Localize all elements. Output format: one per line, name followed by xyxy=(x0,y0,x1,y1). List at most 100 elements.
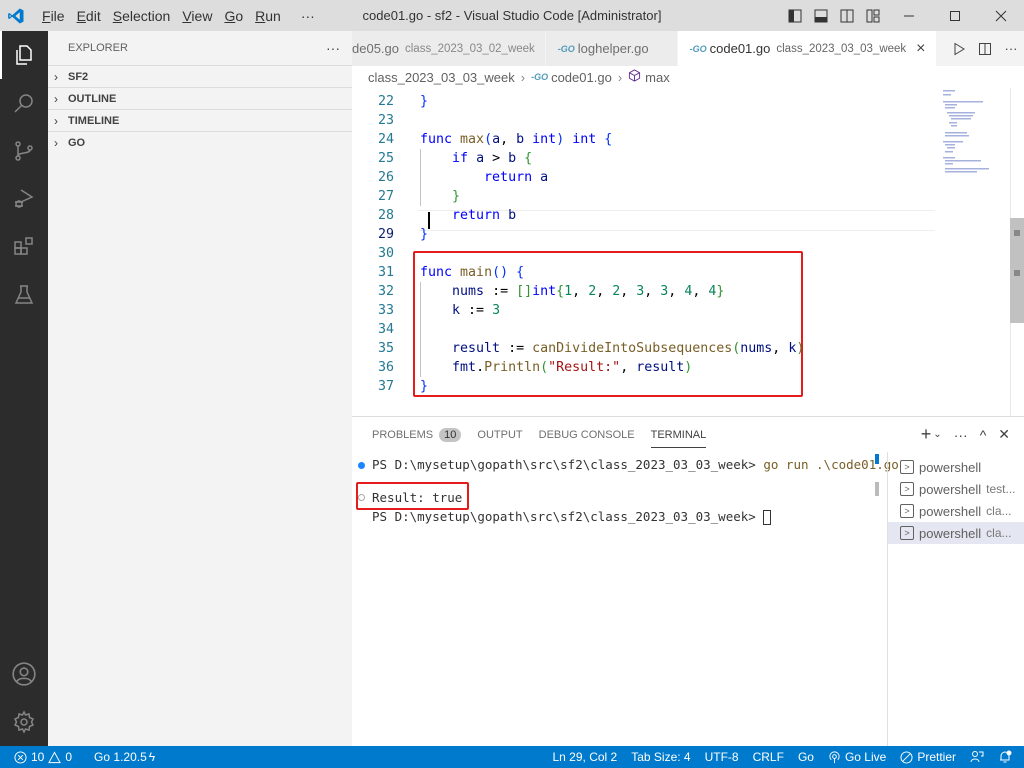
tab-description: class_2023_03_02_week xyxy=(405,42,535,55)
breadcrumb-file[interactable]: code01.go xyxy=(551,70,612,85)
settings-gear-icon[interactable] xyxy=(0,698,48,746)
maximize-panel-icon[interactable]: ^ xyxy=(974,427,993,443)
section-go[interactable]: › GO xyxy=(48,131,352,153)
more-actions-icon[interactable]: ··· xyxy=(998,31,1024,66)
run-file-icon[interactable] xyxy=(946,31,972,66)
terminal-list: > powershell > powershell test... > powershell… xyxy=(887,452,1024,746)
new-terminal-plus-icon[interactable]: + xyxy=(915,424,934,445)
breadcrumb-symbol[interactable]: max xyxy=(645,70,670,85)
section-outline[interactable]: › OUTLINE xyxy=(48,87,352,109)
terminal-prompt: PS D:\mysetup\gopath\src\sf2\class_2023_… xyxy=(372,457,764,472)
line-content: return b xyxy=(452,208,517,223)
terminal-name: powershell xyxy=(919,459,982,475)
split-editor-icon[interactable] xyxy=(972,31,998,66)
line-number: 28 xyxy=(377,208,394,223)
tab-debug-console[interactable]: DEBUG CONSOLE xyxy=(531,417,643,452)
notifications-bell-icon[interactable] xyxy=(991,750,1024,764)
explorer-icon[interactable] xyxy=(0,31,48,79)
terminal-instance[interactable]: > powershell cla... xyxy=(888,500,1024,522)
line-number: 25 xyxy=(377,151,394,166)
run-debug-icon[interactable] xyxy=(0,175,48,223)
toggle-panel-icon[interactable] xyxy=(808,0,834,31)
problems-status[interactable]: 10 0 xyxy=(0,750,79,764)
extensions-icon[interactable] xyxy=(0,223,48,271)
go-version-status[interactable]: Go 1.20.5 ϟ xyxy=(87,750,162,764)
search-icon[interactable] xyxy=(0,79,48,127)
menu-go[interactable]: Go xyxy=(218,8,249,24)
chevron-right-icon: › xyxy=(617,69,623,85)
terminal-icon: > xyxy=(900,504,914,518)
cursor-position[interactable]: Ln 29, Col 2 xyxy=(546,750,625,764)
minimize-button[interactable] xyxy=(886,0,932,31)
go-file-icon: -GO xyxy=(689,43,707,54)
go-file-icon: -GO xyxy=(531,72,549,82)
prohibited-icon xyxy=(900,750,913,764)
breadcrumb-folder[interactable]: class_2023_03_03_week xyxy=(368,70,515,85)
scrollbar-thumb[interactable] xyxy=(1010,218,1024,323)
terminal-prompt: PS D:\mysetup\gopath\src\sf2\class_2023_… xyxy=(372,509,764,524)
line-number: 34 xyxy=(377,322,394,337)
encoding[interactable]: UTF-8 xyxy=(698,750,746,764)
customize-layout-icon[interactable] xyxy=(860,0,886,31)
menu-view[interactable]: View xyxy=(176,8,218,24)
end-of-line[interactable]: CRLF xyxy=(746,750,791,764)
code-line: 23 xyxy=(352,111,934,130)
menu-run[interactable]: Run xyxy=(249,8,287,24)
accounts-icon[interactable] xyxy=(0,650,48,698)
maximize-button[interactable] xyxy=(932,0,978,31)
source-control-icon[interactable] xyxy=(0,127,48,175)
section-label: OUTLINE xyxy=(68,92,117,105)
terminal-description: cla... xyxy=(986,504,1012,518)
line-number: 36 xyxy=(377,360,394,375)
terminal-scrollbar[interactable] xyxy=(875,482,879,496)
terminal-instance[interactable]: > powershell xyxy=(888,456,1024,478)
line-content: } xyxy=(420,227,429,242)
toggle-primary-sidebar-icon[interactable] xyxy=(782,0,808,31)
more-actions-icon[interactable]: ··· xyxy=(948,427,974,443)
minimap[interactable] xyxy=(935,88,1010,178)
indent-guide xyxy=(420,149,421,206)
menu-more-button[interactable]: ··· xyxy=(295,8,321,24)
editor-scrollbar[interactable] xyxy=(1010,88,1024,416)
broadcast-icon xyxy=(829,750,840,763)
terminal-name: powershell xyxy=(919,481,982,497)
tab-loghelper[interactable]: -GO loghelper.go xyxy=(545,31,678,66)
tab-code01[interactable]: -GO code01.go class_2023_03_03_week × xyxy=(677,31,937,66)
language-mode[interactable]: Go xyxy=(791,750,821,764)
terminal-instance[interactable]: > powershell cla... xyxy=(888,522,1024,544)
terminal-icon: > xyxy=(900,482,914,496)
tab-code05[interactable]: de05.go class_2023_03_02_week xyxy=(352,31,546,66)
section-label: SF2 xyxy=(68,70,89,83)
menu-file[interactable]: File xyxy=(36,8,71,24)
tab-problems[interactable]: PROBLEMS 10 xyxy=(364,417,469,452)
terminal-description: cla... xyxy=(986,526,1012,540)
breadcrumb: class_2023_03_03_week › -GO code01.go › … xyxy=(352,66,1024,88)
code-line: 22} xyxy=(352,92,934,111)
menu-selection[interactable]: Selection xyxy=(107,8,177,24)
chevron-down-icon[interactable]: ⌄ xyxy=(933,429,947,440)
prettier-button[interactable]: Prettier xyxy=(893,750,963,764)
toggle-secondary-sidebar-icon[interactable] xyxy=(834,0,860,31)
tab-output[interactable]: OUTPUT xyxy=(469,417,530,452)
tab-terminal[interactable]: TERMINAL xyxy=(643,417,715,452)
section-timeline[interactable]: › TIMELINE xyxy=(48,109,352,131)
terminal-instance[interactable]: > powershell test... xyxy=(888,478,1024,500)
editor-tabs: de05.go class_2023_03_02_week -GO loghel… xyxy=(352,31,1024,66)
code-line: 26 return a xyxy=(352,168,934,187)
tab-label: code01.go xyxy=(709,41,771,56)
terminal[interactable]: PS D:\mysetup\gopath\src\sf2\class_2023_… xyxy=(352,452,899,746)
section-sf2[interactable]: › SF2 xyxy=(48,65,352,87)
go-live-button[interactable]: Go Live xyxy=(821,750,893,764)
tab-description: class_2023_03_03_week xyxy=(776,42,907,55)
explorer-more-actions-button[interactable]: ··· xyxy=(326,40,340,56)
close-window-button[interactable] xyxy=(978,0,1024,31)
tab-size[interactable]: Tab Size: 4 xyxy=(624,750,697,764)
tab-close-icon[interactable]: × xyxy=(916,40,925,58)
testing-icon[interactable] xyxy=(0,271,48,319)
close-panel-icon[interactable]: ✕ xyxy=(992,426,1016,443)
vscode-logo-icon xyxy=(0,0,32,31)
menu-edit[interactable]: Edit xyxy=(71,8,107,24)
tab-label: loghelper.go xyxy=(577,41,649,56)
feedback-icon[interactable] xyxy=(963,750,991,764)
cube-symbol-icon xyxy=(628,69,641,85)
